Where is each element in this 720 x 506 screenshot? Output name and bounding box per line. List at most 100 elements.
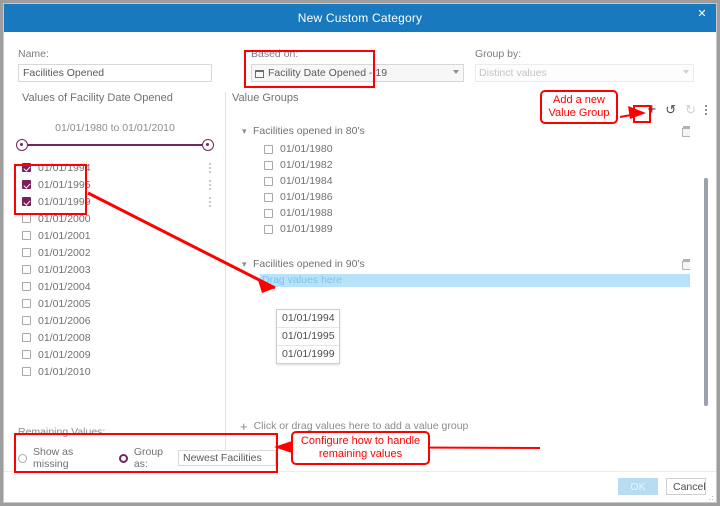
group-as-input[interactable] [178, 450, 276, 466]
based-on-label: Based on: [251, 48, 299, 60]
cancel-button[interactable]: Cancel [666, 478, 706, 495]
group-by-field-group: Group by: Distinct values [475, 48, 694, 82]
value-label: 01/01/2006 [38, 314, 91, 327]
value-label: 01/01/1980 [280, 143, 333, 155]
value-checkbox[interactable] [264, 144, 273, 154]
value-label: 01/01/1999 [38, 195, 91, 208]
calendar-icon [255, 69, 264, 78]
ok-button[interactable]: OK [618, 478, 658, 495]
value-group-name: Facilities opened in 80's [253, 125, 365, 137]
redo-icon[interactable]: ↻ [685, 103, 696, 116]
value-group-item[interactable]: 01/01/1984 [232, 173, 690, 189]
dialog-title: New Custom Category [297, 11, 423, 25]
group-as-radio[interactable] [118, 453, 128, 463]
value-label: 01/01/1982 [280, 159, 333, 171]
value-list-item[interactable]: 01/01/1995 [4, 176, 226, 193]
value-checkbox[interactable] [22, 248, 31, 257]
based-on-select[interactable]: Facility Date Opened - 19 [251, 64, 464, 82]
value-checkbox-checked[interactable] [22, 163, 31, 172]
drag-preview: 01/01/1994 01/01/1995 01/01/1999 [276, 309, 340, 364]
value-list-item[interactable]: 01/01/1994 [4, 159, 226, 176]
value-list-item[interactable]: 01/01/2001 [4, 227, 226, 244]
value-group-item[interactable]: 01/01/1980 [232, 141, 690, 157]
value-checkbox[interactable] [22, 333, 31, 342]
remaining-values-header: Remaining Values: [18, 426, 106, 438]
value-groups-scrollbar[interactable] [704, 178, 708, 406]
value-checkbox-checked[interactable] [22, 197, 31, 206]
dialog-titlebar: New Custom Category ✕ [4, 4, 716, 32]
chevron-down-icon[interactable]: ▾ [242, 126, 250, 136]
value-list-item[interactable]: 01/01/2009 [4, 346, 226, 363]
trash-icon[interactable] [682, 125, 690, 137]
trash-icon[interactable] [682, 258, 690, 270]
value-checkbox[interactable] [264, 192, 273, 202]
close-icon[interactable]: ✕ [695, 7, 709, 21]
value-label: 01/01/2002 [38, 246, 91, 259]
value-checkbox[interactable] [264, 176, 273, 186]
group-by-select[interactable]: Distinct values [475, 64, 694, 82]
value-list-item[interactable]: 01/01/2008 [4, 329, 226, 346]
value-label: 01/01/1994 [38, 161, 91, 174]
resize-grip-icon[interactable] [706, 493, 713, 500]
value-checkbox[interactable] [22, 367, 31, 376]
value-checkbox-checked[interactable] [22, 180, 31, 189]
value-list-item[interactable]: 01/01/2005 [4, 295, 226, 312]
value-groups-container: ▾ Facilities opened in 80's 01/01/1980 01/0… [232, 125, 690, 287]
chevron-down-icon[interactable]: ▾ [242, 259, 250, 269]
value-group-item[interactable]: 01/01/1986 [232, 189, 690, 205]
value-list-item[interactable]: 01/01/2000 [4, 210, 226, 227]
value-checkbox[interactable] [22, 265, 31, 274]
value-checkbox[interactable] [22, 282, 31, 291]
value-group-header[interactable]: ▾ Facilities opened in 90's [232, 258, 690, 270]
drop-zone[interactable]: Drag values here [260, 274, 690, 287]
row-kebab-menu-icon[interactable] [209, 163, 212, 174]
group-by-label: Group by: [475, 48, 522, 60]
value-checkbox[interactable] [264, 208, 273, 218]
range-label: 01/01/1980 to 01/01/2010 [55, 122, 175, 134]
kebab-menu-icon[interactable] [705, 104, 708, 116]
value-list-item[interactable]: 01/01/1999 [4, 193, 226, 210]
value-label: 01/01/2005 [38, 297, 91, 310]
remaining-values-options: Show as missing Group as: [18, 446, 276, 470]
form-row: Name: Based on: Facility Date Opened - 1… [4, 32, 716, 88]
remaining-values-section: Remaining Values: Show as missing Group … [18, 426, 276, 470]
show-as-missing-radio[interactable] [18, 453, 27, 463]
row-kebab-menu-icon[interactable] [209, 197, 212, 208]
value-list-item[interactable]: 01/01/2004 [4, 278, 226, 295]
values-panel: Values of Facility Date Opened 01/01/198… [4, 92, 226, 450]
value-list-item[interactable]: 01/01/2003 [4, 261, 226, 278]
based-on-field-group: Based on: Facility Date Opened - 19 [251, 48, 464, 82]
dialog-footer: OK Cancel [4, 471, 716, 502]
range-handle-min[interactable] [16, 139, 28, 151]
undo-icon[interactable]: ↺ [665, 103, 676, 116]
name-label: Name: [18, 48, 49, 60]
value-checkbox[interactable] [22, 316, 31, 325]
value-list-item[interactable]: 01/01/2006 [4, 312, 226, 329]
value-label: 01/01/2003 [38, 263, 91, 276]
value-group-item[interactable]: 01/01/1989 [232, 221, 690, 237]
value-groups-toolbar: + ↺ ↻ [647, 102, 708, 117]
value-group-header[interactable]: ▾ Facilities opened in 80's [232, 125, 690, 137]
value-list-item[interactable]: 01/01/2010 [4, 363, 226, 380]
scrollbar-thumb[interactable] [704, 178, 708, 406]
value-checkbox[interactable] [22, 214, 31, 223]
value-checkbox[interactable] [22, 231, 31, 240]
name-input[interactable] [18, 64, 212, 82]
value-group-items: 01/01/1980 01/01/1982 01/01/1984 01/01/1986… [232, 141, 690, 237]
value-checkbox[interactable] [264, 224, 273, 234]
value-group-name: Facilities opened in 90's [253, 258, 365, 270]
range-handle-max[interactable] [202, 139, 214, 151]
value-label: 01/01/2009 [38, 348, 91, 361]
based-on-value: Facility Date Opened - 19 [268, 67, 388, 79]
value-checkbox[interactable] [264, 160, 273, 170]
chevron-down-icon [683, 70, 689, 74]
value-checkbox[interactable] [22, 299, 31, 308]
value-checkbox[interactable] [22, 350, 31, 359]
row-kebab-menu-icon[interactable] [209, 180, 212, 191]
value-list-item[interactable]: 01/01/2002 [4, 244, 226, 261]
add-value-group-button[interactable]: + [647, 102, 656, 117]
value-label: 01/01/1989 [280, 223, 333, 235]
value-group-item[interactable]: 01/01/1982 [232, 157, 690, 173]
range-track [16, 139, 214, 151]
value-group-item[interactable]: 01/01/1988 [232, 205, 690, 221]
